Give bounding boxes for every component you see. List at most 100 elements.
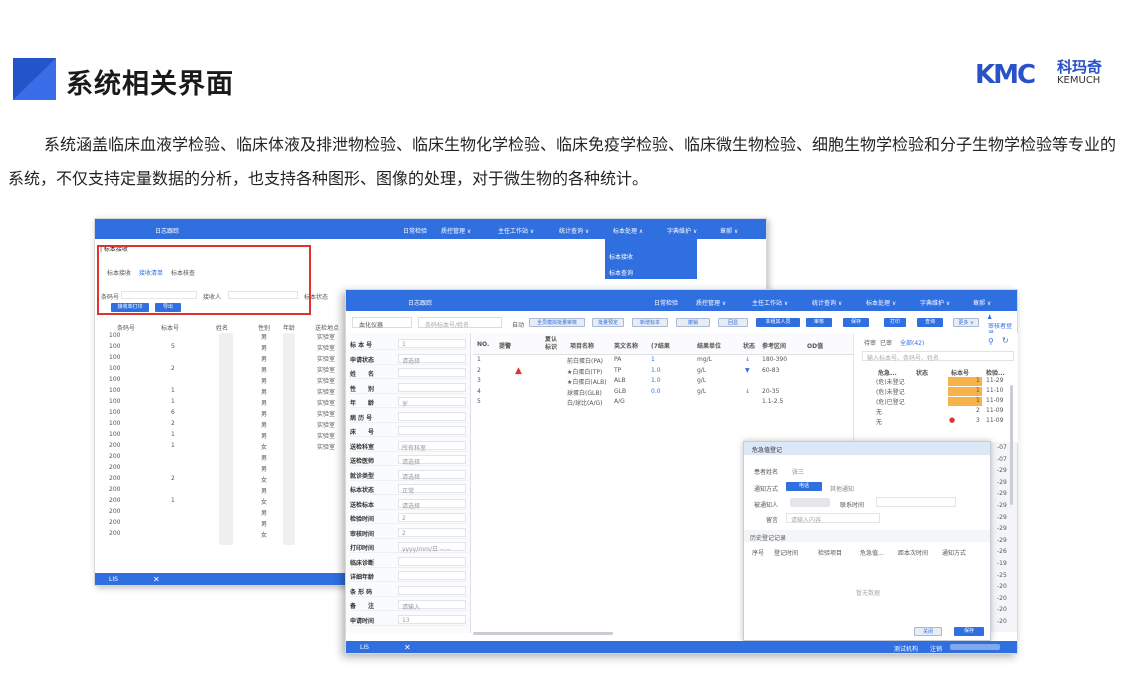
- form-input[interactable]: 2: [398, 527, 466, 537]
- w1-close-tab-icon[interactable]: ✕: [153, 575, 160, 584]
- form-value: 1: [402, 341, 406, 348]
- batch-confirm-button[interactable]: 批量预定: [592, 318, 624, 327]
- w1-cell-code: 100: [109, 376, 121, 383]
- w1-title[interactable]: 日志跟踪: [155, 226, 179, 235]
- w1-menu-5[interactable]: 字典维护 ∨: [667, 226, 697, 235]
- dialog-close-button[interactable]: 关闭: [914, 627, 942, 636]
- w1-cell-no: 2: [171, 475, 175, 482]
- form-label: 床 号: [350, 429, 375, 436]
- method-other[interactable]: 其他通知: [830, 484, 854, 493]
- v-scrollbar[interactable]: [1010, 385, 1013, 505]
- w1-cell-loc: 实验室: [317, 389, 336, 396]
- result-value[interactable]: 1.0: [651, 367, 661, 374]
- filter-all[interactable]: 全部(42): [900, 338, 924, 347]
- hist-col-0: 序号: [752, 550, 765, 557]
- w1-cell-sex: 男: [261, 510, 268, 517]
- form-input[interactable]: [398, 556, 466, 566]
- form-input[interactable]: [398, 368, 466, 377]
- h-scrollbar[interactable]: [473, 632, 613, 635]
- w1-cell-no: 1: [171, 431, 175, 438]
- w2-menu-6[interactable]: 章郝 ∨: [973, 298, 991, 307]
- w2-menu-3[interactable]: 统计查询 ∨: [812, 298, 842, 307]
- form-input[interactable]: 请选择: [398, 469, 466, 481]
- form-input[interactable]: 请选择: [398, 455, 466, 466]
- form-input[interactable]: 请输入: [398, 600, 466, 611]
- filter-pending[interactable]: 待审: [864, 338, 876, 347]
- w1-dropdown: 标本接收 标本查询: [605, 239, 697, 279]
- filter-reviewed[interactable]: 已审: [880, 338, 892, 347]
- more-button[interactable]: 更多 ∨: [953, 318, 979, 327]
- w1-cell-code: 100: [109, 398, 121, 405]
- form-input[interactable]: [398, 585, 466, 595]
- w2-title[interactable]: 日志跟踪: [408, 298, 432, 307]
- w1-dropdown-item-1[interactable]: 标本查询: [609, 268, 633, 277]
- dialog-save-button[interactable]: 保存: [954, 627, 984, 636]
- result-ref: 20-35: [762, 387, 780, 395]
- date-cell: -20: [997, 618, 1007, 625]
- w1-dropdown-item-0[interactable]: 标本接收: [609, 252, 633, 261]
- hist-col-4: 距本次时间: [898, 550, 929, 557]
- message-input[interactable]: 请输入内容: [786, 513, 880, 524]
- batch-review-button[interactable]: 全员模拟批量审核: [529, 318, 585, 327]
- form-input[interactable]: 1: [398, 339, 466, 348]
- w2-menu-2[interactable]: 主任工作站 ∨: [752, 298, 788, 307]
- form-input[interactable]: 2: [398, 513, 466, 522]
- form-input[interactable]: 13: [398, 614, 466, 624]
- auto-label[interactable]: 自动: [512, 320, 524, 329]
- w2-menu-0[interactable]: 日常检验: [654, 298, 678, 307]
- form-value: yyyy/mm/日 --:--: [402, 546, 451, 553]
- w1-menu-1[interactable]: 质控管理 ∨: [441, 226, 471, 235]
- w1-cell-sex: 男: [261, 400, 268, 407]
- specimen-search[interactable]: 输入标本号、条码号、姓名: [862, 351, 1014, 362]
- form-label: 病 历 号: [350, 414, 373, 422]
- result-value[interactable]: 1.0: [651, 377, 661, 384]
- add-specimen-button[interactable]: 新增标本: [632, 318, 668, 327]
- age-column-blur: [283, 333, 295, 545]
- instrument-select[interactable]: 血化仪器: [352, 317, 412, 329]
- form-input[interactable]: 请选择: [398, 498, 466, 510]
- review-button[interactable]: 审核: [806, 318, 832, 327]
- w2-menu-5[interactable]: 字典维护 ∨: [920, 298, 950, 307]
- contact-time-input[interactable]: [876, 497, 956, 507]
- message-ph: 请输入内容: [791, 517, 822, 524]
- method-phone-button[interactable]: 电话: [786, 482, 822, 491]
- w1-menu-0[interactable]: 日常检验: [403, 226, 427, 235]
- print-button[interactable]: 打印: [884, 318, 906, 327]
- w1-menu-2[interactable]: 主任工作站 ∨: [498, 226, 534, 235]
- barcode-search[interactable]: 条码标本号/姓名: [418, 317, 502, 329]
- form-input[interactable]: [398, 571, 466, 580]
- query-button[interactable]: 查询: [917, 318, 943, 327]
- form-input[interactable]: [398, 411, 466, 421]
- echo-button[interactable]: 回显: [718, 318, 748, 327]
- logout-link[interactable]: 注销: [930, 644, 942, 653]
- form-input[interactable]: [398, 382, 466, 392]
- refresh-icon[interactable]: ↻: [1002, 336, 1009, 345]
- form-input[interactable]: yyyy/mm/日 --:--: [398, 542, 466, 553]
- form-input[interactable]: 岁: [398, 397, 466, 408]
- w2-close-tab-icon[interactable]: ✕: [404, 643, 411, 652]
- w1-menu-3[interactable]: 统计查询 ∨: [559, 226, 589, 235]
- w2-col-2: 复认标识: [545, 336, 558, 351]
- form-input[interactable]: 请选择: [398, 353, 466, 365]
- result-value[interactable]: 0.0: [651, 388, 661, 395]
- form-input[interactable]: 正常: [398, 484, 466, 495]
- w1-cell-code: 100: [109, 343, 121, 350]
- form-input[interactable]: [398, 426, 466, 435]
- form-input[interactable]: 所有科室: [398, 440, 466, 452]
- filter-icon[interactable]: ⚲: [988, 337, 994, 346]
- form-row: 打印时间 yyyy/mm/日 --:--: [350, 540, 468, 553]
- date-cell: -20: [997, 594, 1007, 602]
- group-members-button[interactable]: 本组其人员: [756, 318, 800, 327]
- date-cell: -07: [997, 444, 1007, 451]
- w1-menu-4[interactable]: 标本处理 ∧: [613, 226, 643, 235]
- result-no: 5: [477, 398, 481, 405]
- w2-menu-4[interactable]: 标本处理 ∨: [866, 298, 896, 307]
- revoke-button[interactable]: 撤销: [676, 318, 710, 327]
- result-value[interactable]: 1: [651, 356, 655, 363]
- w2-menu-1[interactable]: 质控管理 ∨: [696, 298, 726, 307]
- save-button[interactable]: 保存: [843, 318, 869, 327]
- dlg-label-msg: 留言: [766, 517, 779, 524]
- notified-input[interactable]: [790, 498, 830, 507]
- w1-menu-6[interactable]: 章郝 ∨: [720, 226, 738, 235]
- user-icon[interactable]: ♟: [987, 314, 992, 321]
